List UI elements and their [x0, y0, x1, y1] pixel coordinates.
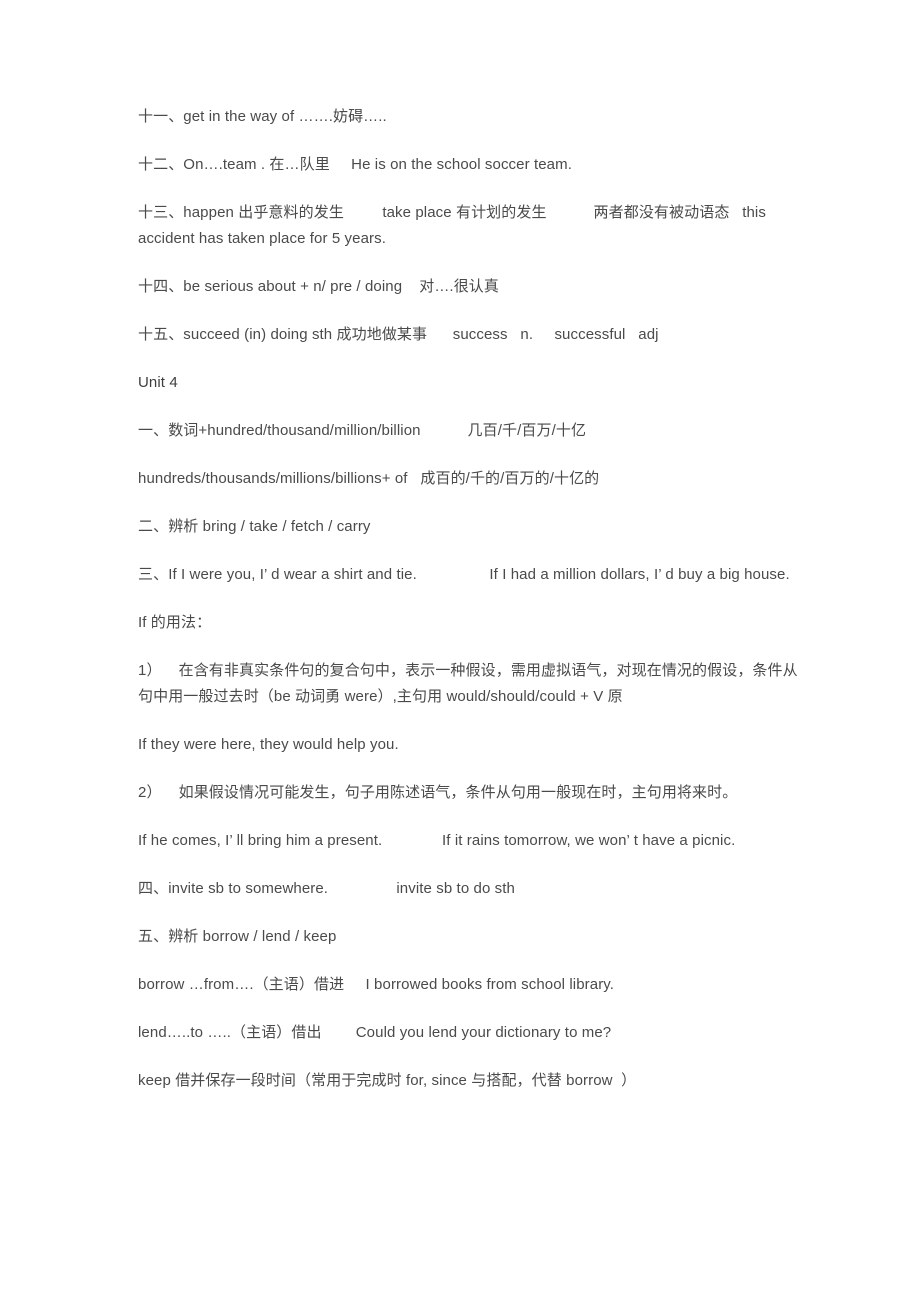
if-usage-rule-2: 2） 如果假设情况可能发生，句子用陈述语气，条件从句用一般现在时，主句用将来时。 — [138, 784, 738, 801]
paragraph-item-11: 十一、get in the way of …….妨碍….. — [138, 108, 387, 125]
keep-definition-line: keep 借并保存一段时间（常用于完成时 for, since 与搭配，代替 b… — [138, 1072, 637, 1089]
paragraph-unit4-item-2: 二、辨析 bring / take / fetch / carry — [138, 518, 371, 535]
if-example-2: If he comes, I’ ll bring him a present. … — [138, 832, 736, 849]
lend-definition-line: lend…..to …..（主语）借出 Could you lend your … — [138, 1024, 612, 1041]
paragraph-unit4-item-3: 三、If I were you, I’ d wear a shirt and t… — [138, 566, 790, 583]
if-usage-heading: If 的用法： — [138, 614, 212, 631]
document-body: 十一、get in the way of …….妨碍….. 十二、On….tea… — [138, 104, 808, 1094]
paragraph-unit4-item-5: 五、辨析 borrow / lend / keep — [138, 928, 337, 945]
unit-heading: Unit 4 — [138, 374, 178, 391]
if-example-1: If they were here, they would help you. — [138, 736, 399, 753]
paragraph-unit4-item-1: 一、数词+hundred/thousand/million/billion 几百… — [138, 422, 587, 439]
paragraph-item-13: 十三、happen 出乎意料的发生 take place 有计划的发生 两者都没… — [138, 204, 771, 247]
borrow-definition-line: borrow …from….（主语）借进 I borrowed books fr… — [138, 976, 615, 993]
document-page: 十一、get in the way of …….妨碍….. 十二、On….tea… — [0, 0, 920, 1302]
paragraph-item-14: 十四、be serious about + n/ pre / doing 对….… — [138, 278, 500, 295]
if-usage-rule-1: 1） 在含有非真实条件句的复合句中，表示一种假设，需用虚拟语气，对现在情况的假设… — [138, 662, 798, 705]
paragraph-unit4-item-1b: hundreds/thousands/millions/billions+ of… — [138, 470, 600, 487]
paragraph-item-12: 十二、On….team . 在…队里 He is on the school s… — [138, 156, 572, 173]
paragraph-unit4-item-4: 四、invite sb to somewhere. invite sb to d… — [138, 880, 515, 897]
paragraph-item-15: 十五、succeed (in) doing sth 成功地做某事 success… — [138, 326, 659, 343]
